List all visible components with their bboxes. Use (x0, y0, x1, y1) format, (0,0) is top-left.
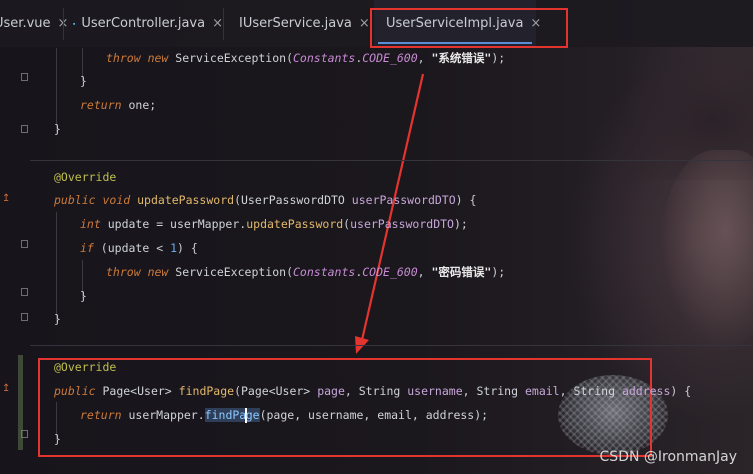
fold-marker[interactable] (21, 73, 28, 81)
watermark: CSDN @IronmanJay (599, 449, 737, 465)
code-line-12[interactable]: @Override (54, 356, 116, 378)
fold-marker[interactable] (21, 240, 28, 248)
selected-method-call[interactable]: findPage (204, 408, 260, 423)
code-line-13[interactable]: public Page<User> findPage(Page<User> pa… (54, 380, 691, 402)
code-line-9[interactable]: throw new ServiceException(Constants.COD… (106, 261, 505, 283)
override-gutter-icon[interactable]: ↥ (2, 383, 10, 394)
code-line-8[interactable]: if (update < 1) { (80, 237, 198, 259)
code-line-2[interactable]: } (80, 70, 87, 92)
code-line-1[interactable]: throw new ServiceException(Constants.COD… (106, 47, 505, 69)
fold-marker[interactable] (21, 125, 28, 133)
fold-marker[interactable] (21, 313, 28, 321)
code-line-4[interactable]: } (54, 118, 61, 140)
code-line-7[interactable]: int update = userMapper.updatePassword(u… (80, 213, 468, 235)
code-line-11[interactable]: } (54, 308, 61, 330)
code-line-5[interactable]: @Override (54, 166, 116, 188)
code-line-14[interactable]: return userMapper.findPage(page, usernam… (80, 404, 488, 426)
code-line-10[interactable]: } (80, 285, 87, 307)
indent-guide (56, 212, 57, 322)
code-line-3[interactable]: return one; (80, 94, 156, 116)
override-gutter-icon[interactable]: ↥ (2, 193, 10, 204)
method-separator (30, 160, 753, 161)
vcs-change-marker (18, 355, 23, 450)
code-line-15[interactable]: } (54, 428, 61, 450)
fold-marker[interactable] (21, 288, 28, 296)
method-separator (30, 345, 753, 346)
code-line-6[interactable]: public void updatePassword(UserPasswordD… (54, 189, 476, 211)
